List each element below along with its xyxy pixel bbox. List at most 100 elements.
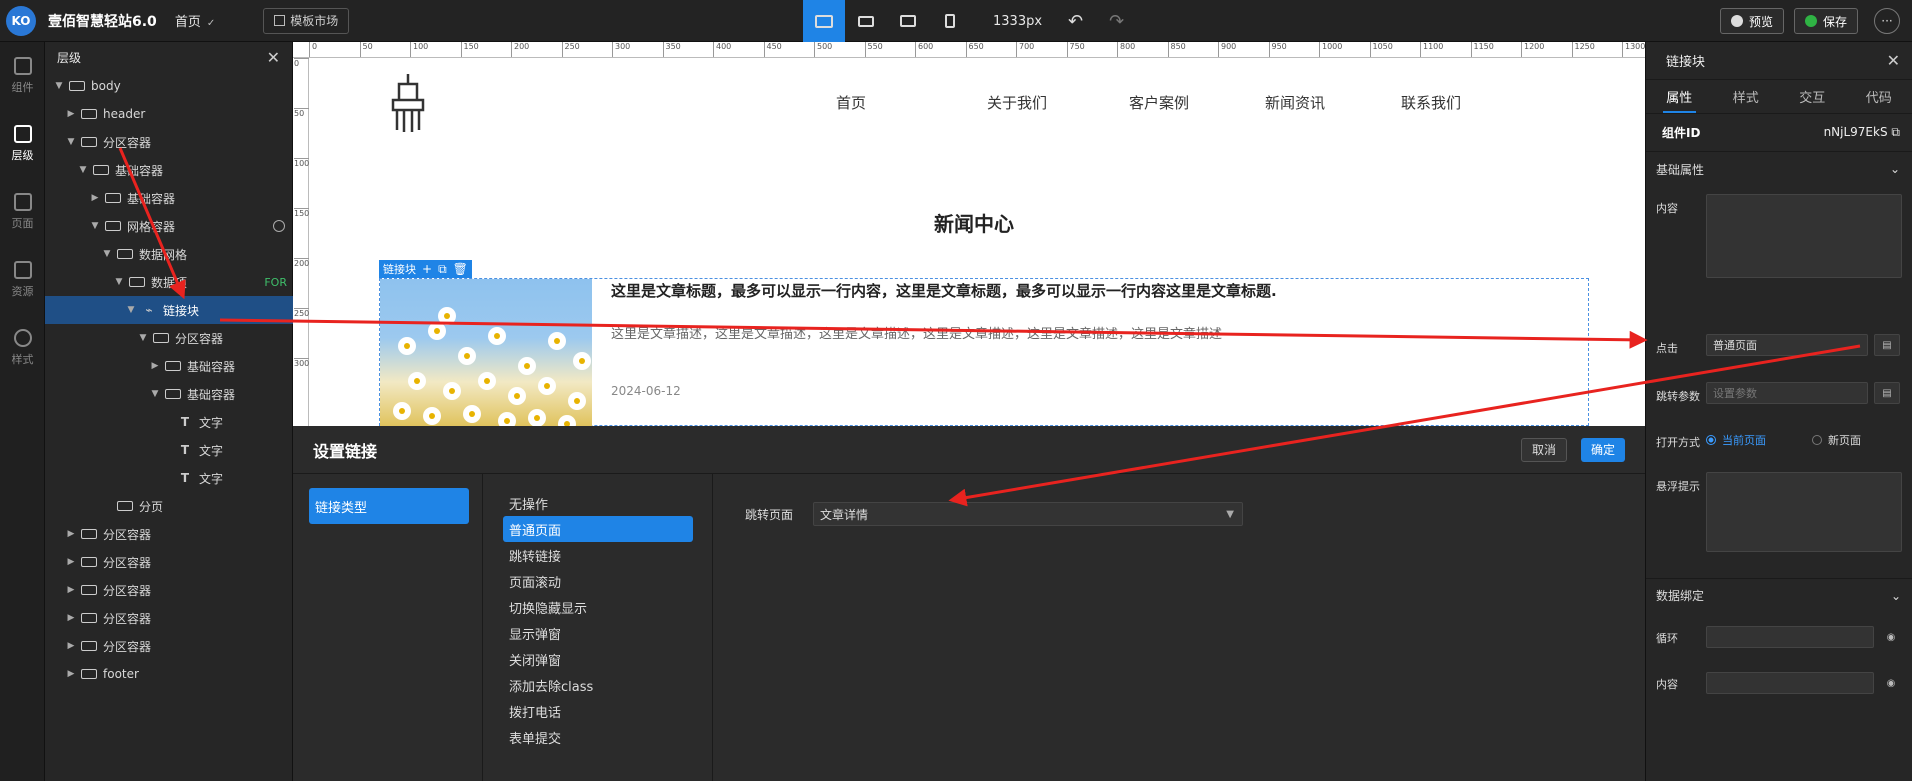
site-nav-item[interactable]: 新闻资讯 bbox=[1265, 92, 1325, 113]
redo-icon[interactable]: ↷ bbox=[1109, 11, 1124, 32]
delete-icon[interactable]: 🗑 bbox=[453, 262, 468, 276]
desktop-view-button[interactable] bbox=[803, 0, 845, 42]
more-icon[interactable]: ··· bbox=[1874, 8, 1900, 34]
layer-row[interactable]: ▶ 分区容器 bbox=[45, 520, 293, 548]
cancel-button[interactable]: 取消 bbox=[1520, 437, 1567, 462]
expand-icon[interactable]: ▶ bbox=[65, 557, 77, 567]
click-action-field[interactable]: 普通页面 bbox=[1706, 334, 1868, 356]
expand-icon[interactable]: ▶ bbox=[65, 669, 77, 679]
rail-assets[interactable]: 资源 bbox=[0, 246, 45, 314]
tab-attributes[interactable]: 属性 bbox=[1646, 80, 1713, 113]
layer-row[interactable]: T 文字 bbox=[45, 408, 293, 436]
layer-row[interactable]: T 文字 bbox=[45, 464, 293, 492]
layer-row[interactable]: ▶ 分区容器 bbox=[45, 604, 293, 632]
close-icon[interactable]: ✕ bbox=[267, 48, 280, 67]
link-option[interactable]: 添加去除class bbox=[503, 672, 693, 698]
save-button[interactable]: 保存 bbox=[1793, 8, 1858, 34]
open-current-radio[interactable]: 当前页面 bbox=[1706, 432, 1766, 448]
expand-icon[interactable]: ▶ bbox=[65, 613, 77, 623]
expand-icon[interactable]: ▼ bbox=[137, 333, 149, 343]
expand-icon[interactable]: ▶ bbox=[65, 109, 77, 119]
preview-button[interactable]: 预览 bbox=[1719, 8, 1784, 34]
link-option[interactable]: 拨打电话 bbox=[503, 698, 693, 724]
undo-icon[interactable]: ↶ bbox=[1068, 11, 1083, 32]
layer-row[interactable]: 分页 bbox=[45, 492, 293, 520]
link-type-tab[interactable]: 链接类型 bbox=[309, 488, 469, 524]
rail-components[interactable]: 组件 bbox=[0, 42, 45, 110]
rail-layers[interactable]: 层级 bbox=[0, 110, 45, 178]
link-option[interactable]: 无操作 bbox=[503, 490, 693, 516]
link-option[interactable]: 页面滚动 bbox=[503, 568, 693, 594]
jump-param-input[interactable]: 设置参数 bbox=[1706, 382, 1868, 404]
confirm-button[interactable]: 确定 bbox=[1580, 437, 1625, 462]
laptop-view-button[interactable] bbox=[845, 0, 887, 42]
expand-icon[interactable]: ▼ bbox=[89, 221, 101, 231]
layer-row[interactable]: ▶ 分区容器 bbox=[45, 632, 293, 660]
tab-code[interactable]: 代码 bbox=[1846, 80, 1912, 113]
expand-icon[interactable]: ▼ bbox=[53, 81, 65, 91]
database-icon[interactable]: ◉ bbox=[1878, 672, 1904, 694]
link-settings-icon[interactable]: ▤ bbox=[1874, 334, 1900, 356]
tooltip-textarea[interactable] bbox=[1706, 472, 1902, 552]
add-icon[interactable]: + bbox=[422, 262, 432, 276]
clock-icon[interactable] bbox=[273, 220, 285, 232]
content-binding-input[interactable] bbox=[1706, 672, 1874, 694]
layer-row[interactable]: T 文字 bbox=[45, 436, 293, 464]
expand-icon[interactable]: ▼ bbox=[149, 389, 161, 399]
tab-style[interactable]: 样式 bbox=[1713, 80, 1780, 113]
tab-interaction[interactable]: 交互 bbox=[1779, 80, 1846, 113]
layer-row[interactable]: ▶ footer bbox=[45, 660, 293, 688]
link-option[interactable]: 表单提交 bbox=[503, 724, 693, 750]
design-canvas[interactable]: 首页 关于我们 客户案例 新闻资讯 联系我们 新闻中心 链接块 + ⧉ 🗑 这里是文章标… bbox=[309, 58, 1645, 426]
basic-props-header[interactable]: 基础属性 ⌄ bbox=[1646, 152, 1912, 186]
copy-icon[interactable]: ⧉ bbox=[438, 262, 447, 277]
expand-icon[interactable]: ▼ bbox=[113, 277, 125, 287]
site-nav-item[interactable]: 客户案例 bbox=[1129, 92, 1189, 113]
layer-row[interactable]: ▼ 基础容器 bbox=[45, 380, 293, 408]
close-icon[interactable]: ✕ bbox=[1887, 51, 1900, 70]
jump-page-select[interactable]: 文章详情 ▼ bbox=[813, 502, 1243, 526]
expand-icon[interactable]: ▼ bbox=[125, 305, 137, 315]
layer-row[interactable]: ▼ ⌁ 链接块 bbox=[45, 296, 293, 324]
layer-row[interactable]: ▶ 分区容器 bbox=[45, 576, 293, 604]
link-option[interactable]: 显示弹窗 bbox=[503, 620, 693, 646]
layer-row[interactable]: ▶ 基础容器 bbox=[45, 184, 293, 212]
rail-styles[interactable]: 样式 bbox=[0, 314, 45, 382]
layer-row[interactable]: ▼ body bbox=[45, 72, 293, 100]
layer-row[interactable]: ▶ 基础容器 bbox=[45, 352, 293, 380]
link-option[interactable]: 切换隐藏显示 bbox=[503, 594, 693, 620]
link-option[interactable]: 跳转链接 bbox=[503, 542, 693, 568]
link-option[interactable]: 关闭弹窗 bbox=[503, 646, 693, 672]
param-settings-icon[interactable]: ▤ bbox=[1874, 382, 1900, 404]
layer-row[interactable]: ▼ 基础容器 bbox=[45, 156, 293, 184]
expand-icon[interactable]: ▶ bbox=[89, 193, 101, 203]
expand-icon[interactable]: ▶ bbox=[149, 361, 161, 371]
mobile-view-button[interactable] bbox=[929, 0, 971, 42]
expand-icon[interactable]: ▼ bbox=[65, 137, 77, 147]
expand-icon[interactable]: ▶ bbox=[65, 641, 77, 651]
site-nav-item[interactable]: 关于我们 bbox=[987, 92, 1047, 113]
layer-row[interactable]: ▶ 分区容器 bbox=[45, 548, 293, 576]
expand-icon[interactable]: ▼ bbox=[101, 249, 113, 259]
page-selector[interactable]: 首页 ✓ bbox=[175, 11, 215, 30]
site-nav-item[interactable]: 首页 bbox=[836, 92, 866, 113]
link-option[interactable]: 普通页面 bbox=[503, 516, 693, 542]
content-textarea[interactable] bbox=[1706, 194, 1902, 278]
data-binding-header[interactable]: 数据绑定 ⌄ bbox=[1646, 578, 1912, 612]
open-new-radio[interactable]: 新页面 bbox=[1812, 432, 1861, 448]
site-nav-item[interactable]: 联系我们 bbox=[1401, 92, 1461, 113]
expand-icon[interactable]: ▶ bbox=[65, 585, 77, 595]
template-market-button[interactable]: 模板市场 bbox=[263, 7, 350, 34]
layer-row[interactable]: ▼ 数据网格 bbox=[45, 240, 293, 268]
tablet-view-button[interactable] bbox=[887, 0, 929, 42]
expand-icon[interactable]: ▶ bbox=[65, 529, 77, 539]
layer-row[interactable]: ▼ 分区容器 bbox=[45, 128, 293, 156]
layer-row[interactable]: ▼ 数据项 FOR bbox=[45, 268, 293, 296]
loop-input[interactable] bbox=[1706, 626, 1874, 648]
expand-icon[interactable]: ▼ bbox=[77, 165, 89, 175]
copy-icon[interactable]: ⧉ bbox=[1891, 125, 1900, 139]
database-icon[interactable]: ◉ bbox=[1878, 626, 1904, 648]
layer-row[interactable]: ▶ header bbox=[45, 100, 293, 128]
layer-row[interactable]: ▼ 分区容器 bbox=[45, 324, 293, 352]
rail-pages[interactable]: 页面 bbox=[0, 178, 45, 246]
